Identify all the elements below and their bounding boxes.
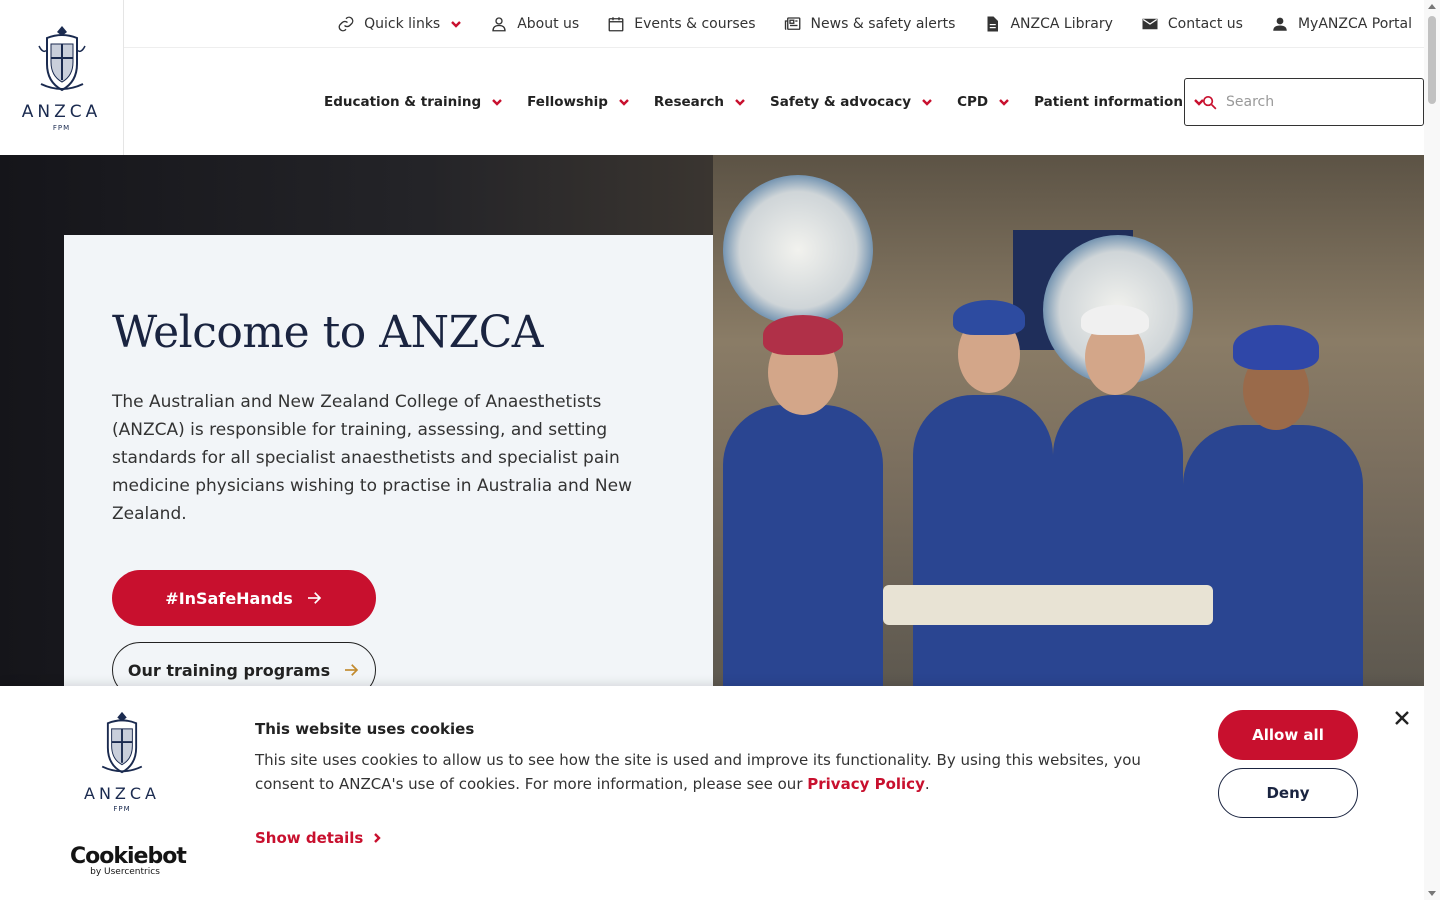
crest-icon [37, 26, 86, 92]
logo-text: ANZCA [84, 784, 160, 803]
cookiebot-name: Cookiebot [70, 844, 187, 869]
myanzca-portal-link[interactable]: MyANZCA Portal [1271, 15, 1412, 33]
about-us-link[interactable]: About us [490, 15, 579, 33]
deny-button[interactable]: Deny [1218, 768, 1358, 818]
insafehands-label: #InSafeHands [165, 588, 293, 608]
close-icon [1395, 711, 1409, 725]
logo-text: ANZCA [21, 102, 102, 122]
nav-safety-advocacy[interactable]: Safety & advocacy [770, 94, 933, 110]
nav-research[interactable]: Research [654, 94, 746, 110]
privacy-policy-link[interactable]: Privacy Policy [807, 775, 925, 793]
site-logo[interactable]: ANZCA FPM [0, 0, 124, 155]
nav-education-training[interactable]: Education & training [324, 94, 503, 110]
cookie-text-after: . [924, 775, 930, 793]
allow-all-button[interactable]: Allow all [1218, 710, 1358, 760]
crest-icon [101, 711, 143, 774]
main-nav: Education & training Fellowship Research… [124, 48, 1424, 155]
nav-fellowship[interactable]: Fellowship [527, 94, 630, 110]
nav-label: Education & training [324, 93, 482, 110]
quick-links-label: Quick links [364, 15, 441, 32]
search-input[interactable] [1226, 94, 1406, 110]
chevron-down-icon [492, 98, 502, 106]
mail-icon [1142, 18, 1158, 29]
news-safety-alerts-link[interactable]: News & safety alerts [784, 15, 956, 33]
link-icon [338, 16, 354, 31]
cookie-title: This website uses cookies [255, 720, 475, 738]
scroll-down-arrow[interactable] [1428, 891, 1436, 896]
contact-us-link[interactable]: Contact us [1141, 15, 1243, 33]
chevron-down-icon [619, 98, 629, 106]
nav-label: CPD [957, 93, 989, 110]
hero-description: The Australian and New Zealand College o… [112, 392, 633, 524]
search-box [1184, 78, 1424, 126]
hero-image [713, 155, 1424, 686]
cookie-description: This site uses cookies to allow us to se… [255, 748, 1175, 796]
hero-title: Welcome to ANZCA [112, 307, 544, 358]
logo-subtext: FPM [52, 124, 71, 132]
scroll-up-arrow[interactable] [1428, 4, 1436, 9]
utility-nav: Quick links About us Events & courses Ne… [124, 0, 1424, 48]
training-programs-button[interactable]: Our training programs [112, 642, 376, 686]
account-icon [1273, 17, 1287, 31]
arrow-right-icon [307, 592, 321, 604]
nav-label: Safety & advocacy [770, 93, 912, 110]
anzca-library-link[interactable]: ANZCA Library [983, 15, 1113, 33]
show-details-link[interactable]: Show details [255, 829, 383, 847]
nav-label: Fellowship [527, 93, 608, 110]
hero-card: Welcome to ANZCA The Australian and New … [64, 235, 713, 686]
training-programs-label: Our training programs [127, 660, 331, 680]
document-icon [987, 16, 999, 31]
nav-cpd[interactable]: CPD [957, 94, 1010, 110]
cookie-banner-logo: ANZCA FPM [72, 710, 172, 813]
scrollbar-thumb[interactable] [1428, 16, 1436, 104]
close-cookie-banner-button[interactable] [1392, 708, 1412, 728]
insafehands-button[interactable]: #InSafeHands [112, 570, 376, 626]
anzca-library-label: ANZCA Library [1010, 15, 1113, 32]
chevron-down-icon [999, 98, 1009, 106]
about-us-label: About us [517, 15, 580, 32]
nav-label: Patient information [1034, 93, 1183, 110]
search-icon [1202, 95, 1217, 109]
quick-links-menu[interactable]: Quick links [337, 15, 462, 33]
news-safety-alerts-label: News & safety alerts [810, 15, 956, 32]
events-courses-link[interactable]: Events & courses [607, 15, 756, 33]
hero-section: Welcome to ANZCA The Australian and New … [0, 155, 1424, 686]
cookiebot-logo[interactable]: Cookiebot by Usercentrics [70, 844, 187, 877]
chevron-down-icon [735, 98, 745, 106]
cookie-banner: ANZCA FPM Cookiebot by Usercentrics This… [0, 686, 1424, 900]
nav-patient-information[interactable]: Patient information [1034, 94, 1205, 110]
chevron-down-icon [922, 98, 932, 106]
logo-subtext: FPM [113, 805, 131, 813]
arrow-right-icon [345, 664, 359, 676]
chevron-right-icon [374, 833, 381, 843]
events-courses-label: Events & courses [634, 15, 756, 32]
calendar-icon [608, 16, 624, 31]
chevron-down-icon [451, 20, 462, 28]
person-icon [492, 16, 506, 31]
contact-us-label: Contact us [1167, 15, 1243, 32]
nav-label: Research [653, 93, 725, 110]
show-details-label: Show details [255, 829, 364, 847]
cookie-text-before: This site uses cookies to allow us to se… [255, 751, 1141, 793]
myanzca-portal-label: MyANZCA Portal [1297, 15, 1412, 32]
page-scrollbar[interactable] [1424, 0, 1440, 900]
newspaper-icon [784, 16, 800, 30]
